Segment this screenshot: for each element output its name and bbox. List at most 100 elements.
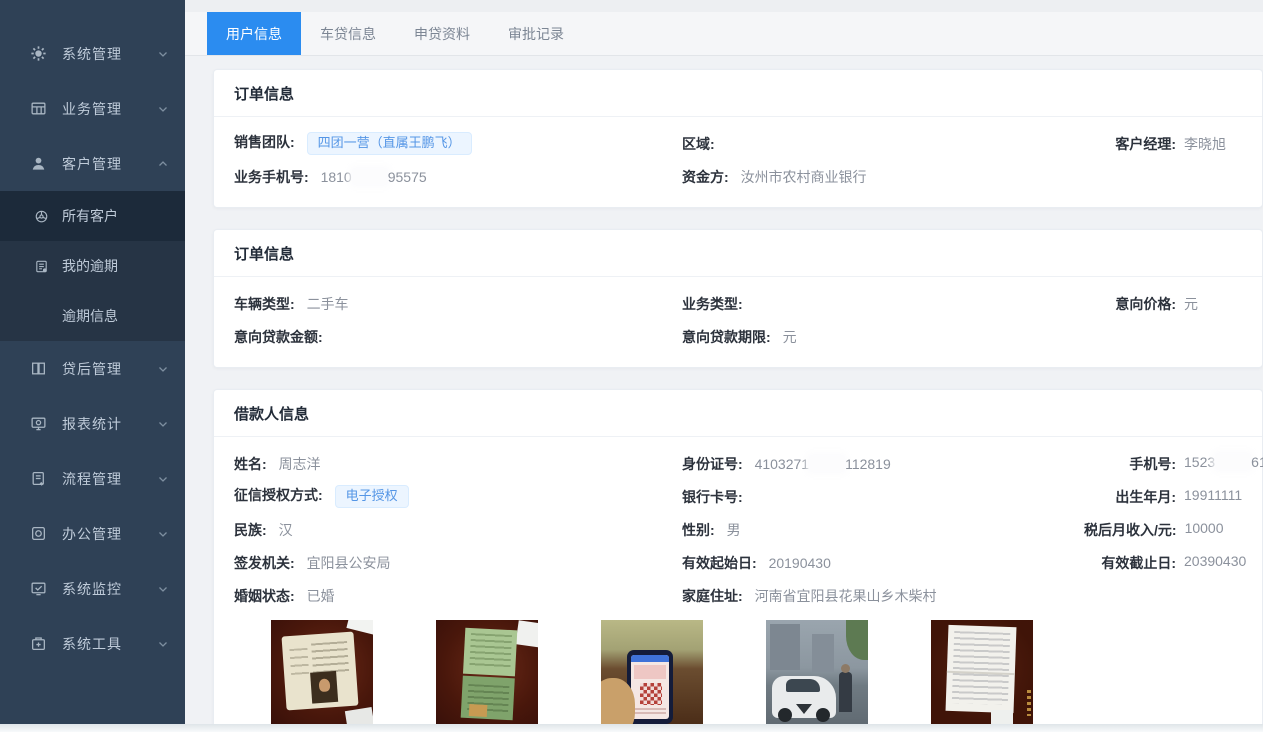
document-thumbnail[interactable] [931,620,1033,726]
field-ethnicity: 民族: 汉 [234,520,682,540]
field-label: 身份证号: [682,456,743,472]
field-intent-loan-amount: 意向贷款金额: [234,327,682,347]
field-label: 性别: [682,522,715,538]
sales-team-tag[interactable]: 四团一营（直属王鹏飞） [307,132,472,155]
vehicle-cert-thumbnail[interactable] [436,620,538,726]
sidebar-item-process-mgmt[interactable]: 流程管理 [0,451,185,506]
sidebar-item-customer-mgmt[interactable]: 客户管理 [0,136,185,191]
field-label: 出生年月: [1084,487,1176,507]
card-title: 订单信息 [214,70,1262,117]
field-value: 19911111 [1184,487,1242,507]
chevron-down-icon [157,363,169,375]
main-area: 用户信息 车贷信息 申贷资料 审批记录 订单信息 销售团队: 四团一营（直属王鹏… [185,0,1263,732]
sidebar-item-label: 业务管理 [62,99,157,119]
field-label: 有效起始日: [682,555,757,571]
photo-document[interactable]: 证明材料 [931,620,1033,732]
sidebar-item-all-customers[interactable]: 所有客户 [0,191,185,241]
id-card-thumbnail[interactable] [271,620,373,726]
tab-user-info[interactable]: 用户信息 [207,12,301,55]
field-value: 宜阳县公安局 [307,555,391,571]
field-mobile-phone: 手机号: 15236137 [1084,454,1263,474]
sidebar: 系统管理 业务管理 客户管理 所有客户 [0,0,185,732]
field-value: 元 [1184,294,1198,314]
person-car-thumbnail[interactable] [766,620,868,726]
field-label: 手机号: [1084,454,1176,474]
chevron-up-icon [157,158,169,170]
redaction-blur [810,456,844,471]
photo-green-book[interactable]: 行驶证照片 [436,620,538,732]
bottom-edge-strip [0,724,1263,732]
field-label: 税后月收入/元: [1084,520,1177,540]
sidebar-item-label: 办公管理 [62,524,157,544]
field-business-type: 业务类型: [682,294,1084,314]
document-icon [34,259,52,274]
field-value: 10000 [1185,520,1224,540]
order-info-card-2: 订单信息 车辆类型: 二手车 业务类型: 意向价格: 元 [213,229,1263,368]
tab-loan-application-docs[interactable]: 申贷资料 [395,12,489,55]
field-vehicle-type: 车辆类型: 二手车 [234,294,682,314]
sidebar-item-label: 客户管理 [62,154,157,174]
user-icon [30,155,50,172]
content-area: 订单信息 销售团队: 四团一营（直属王鹏飞） 区域: 客户经理: 李晓旭 [185,56,1263,732]
sidebar-item-system-monitor[interactable]: 系统监控 [0,561,185,616]
field-label: 意向价格: [1084,294,1176,314]
clipboard-icon [30,470,50,487]
gear-icon [30,45,50,62]
field-value: 15236137 [1184,454,1263,474]
card-title: 借款人信息 [214,390,1262,437]
field-birth-date: 出生年月: 19911111 [1084,487,1242,507]
chevron-down-icon [157,528,169,540]
field-value: 20190430 [769,555,831,571]
field-business-phone: 业务手机号: 181095575 [234,167,682,187]
field-label: 意向贷款金额: [234,329,323,345]
field-intent-price: 意向价格: 元 [1084,294,1242,314]
field-value: 20390430 [1184,553,1246,573]
photo-id-card[interactable]: 身份证 [271,620,373,732]
field-value: 元 [783,329,797,345]
field-value: 二手车 [307,296,349,312]
field-bank-card: 银行卡号: [682,487,1084,507]
tab-car-loan-info[interactable]: 车贷信息 [301,12,395,55]
field-name: 姓名: 周志洋 [234,454,682,474]
sidebar-item-my-overdue[interactable]: 我的逾期 [0,241,185,291]
tab-approval-records[interactable]: 审批记录 [489,12,583,55]
field-label: 意向贷款期限: [682,329,771,345]
wheel-icon [34,209,52,224]
chevron-down-icon [157,103,169,115]
sidebar-item-overdue-info[interactable]: 逾期信息 [0,291,185,341]
sidebar-item-system-tools[interactable]: 系统工具 [0,616,185,671]
sidebar-item-label: 逾期信息 [62,306,118,326]
field-value: 已婚 [307,588,335,604]
field-value: 河南省宜阳县花果山乡木柴村 [755,588,937,604]
field-funder: 资金方: 汝州市农村商业银行 [682,167,1084,187]
sidebar-item-label: 系统工具 [62,634,157,654]
sidebar-item-office-mgmt[interactable]: 办公管理 [0,506,185,561]
field-account-manager: 客户经理: 李晓旭 [1084,134,1242,154]
field-value: 4103271112819 [755,456,891,472]
field-label: 婚姻状态: [234,588,295,604]
sidebar-item-business-mgmt[interactable]: 业务管理 [0,81,185,136]
chevron-down-icon [157,48,169,60]
card-title: 订单信息 [214,230,1262,277]
tab-bar: 用户信息 车贷信息 申贷资料 审批记录 [185,12,1263,56]
open-book-icon [30,360,50,377]
field-label: 业务类型: [682,296,743,312]
auth-qr-thumbnail[interactable] [601,620,703,726]
chevron-down-icon [157,473,169,485]
field-value: 汝州市农村商业银行 [741,169,867,185]
field-id-number: 身份证号: 4103271112819 [682,454,1084,474]
field-valid-to: 有效截止日: 20390430 [1084,553,1246,573]
field-monthly-income: 税后月收入/元: 10000 [1084,520,1242,540]
field-credit-auth-method: 征信授权方式: 电子授权 [234,485,682,508]
top-strip [185,0,1263,12]
square-target-icon [30,525,50,542]
chevron-down-icon [157,583,169,595]
photo-car-person[interactable]: 人车照 [766,620,868,732]
sidebar-item-report-stats[interactable]: 报表统计 [0,396,185,451]
photo-phone-qr[interactable]: 授权码照片 [601,620,703,732]
field-value: 周志洋 [279,456,321,472]
sidebar-item-system-mgmt[interactable]: 系统管理 [0,26,185,81]
sidebar-item-postloan-mgmt[interactable]: 贷后管理 [0,341,185,396]
sidebar-item-label: 报表统计 [62,414,157,434]
sidebar-item-label: 所有客户 [62,206,118,226]
